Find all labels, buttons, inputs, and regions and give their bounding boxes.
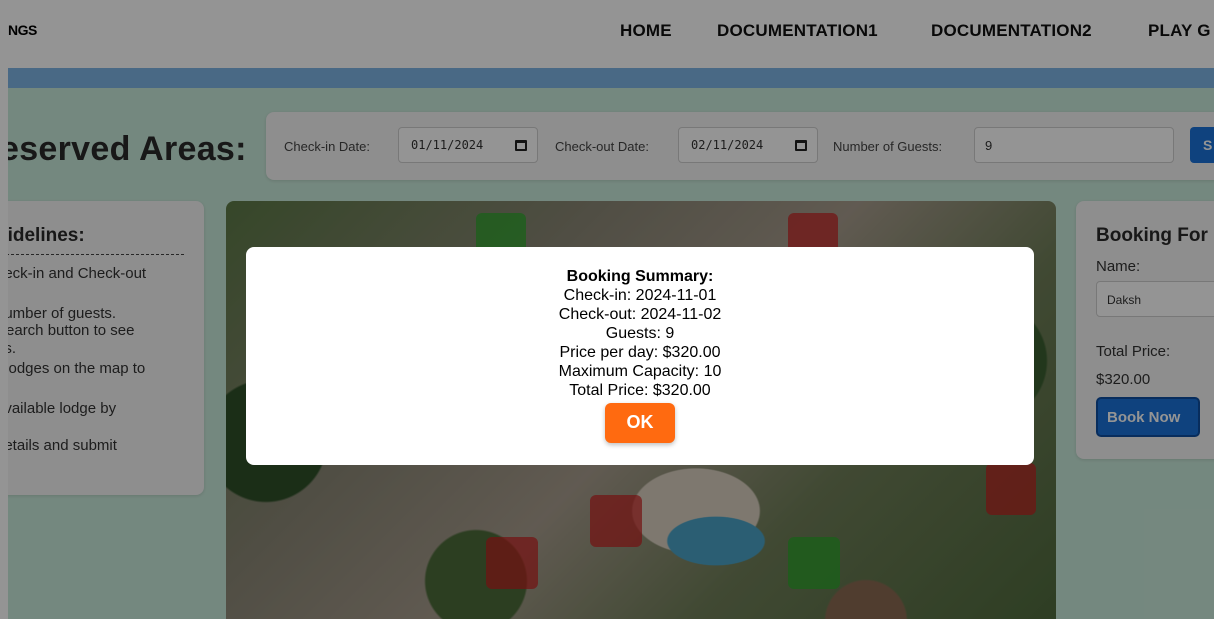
summary-price-per-day: Price per day: $320.00 [559, 344, 721, 361]
summary-checkin: Check-in: 2024-11-01 [563, 287, 717, 304]
summary-checkout: Check-out: 2024-11-02 [558, 306, 722, 323]
summary-guests: Guests: 9 [605, 325, 675, 342]
summary-total-price: Total Price: $320.00 [569, 382, 711, 399]
ok-button[interactable]: OK [605, 403, 675, 443]
modal-title: Booking Summary: [566, 268, 714, 285]
summary-max-capacity: Maximum Capacity: 10 [558, 363, 722, 380]
booking-summary-modal: Booking Summary: Check-in: 2024-11-01 Ch… [246, 247, 1034, 465]
